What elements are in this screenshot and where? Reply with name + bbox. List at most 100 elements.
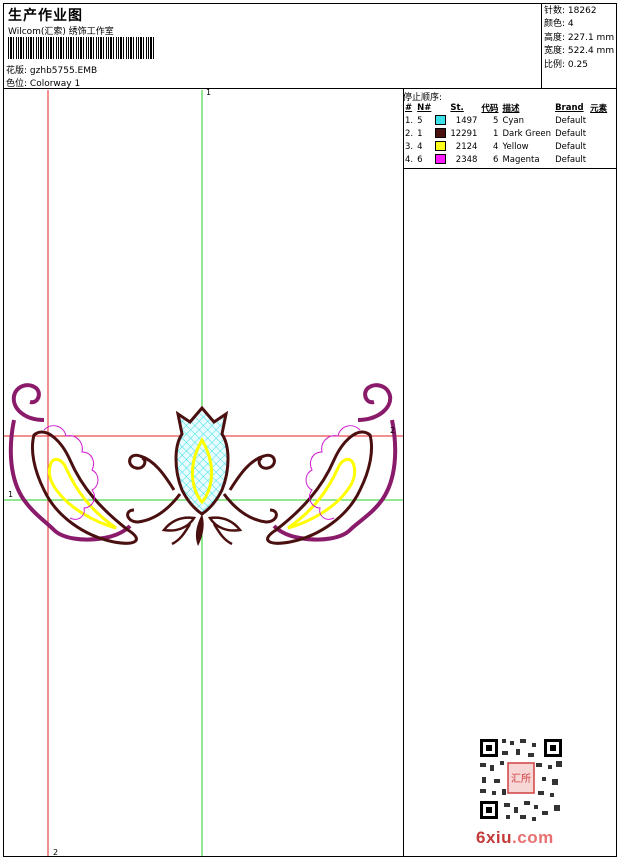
row-description: Cyan [502,115,524,126]
scale-stat: 比例: 0.25 [544,59,614,72]
row-index: 4. [405,154,414,165]
color-swatch [435,141,447,152]
colors-label: 颜色: [544,19,566,30]
width-value: 522.4 mm [567,46,615,57]
stitches-value: 18262 [567,6,597,16]
center-left-lower-swirl [126,493,182,524]
stitches-label: 针数: [544,6,566,16]
row-stitches: 1497 [455,115,478,126]
row-stitches: 12291 [450,128,478,139]
qr-code-icon: 汇所 [476,735,566,823]
color-swatch [435,154,447,165]
row-index: 2. [405,128,414,139]
row-stitches: 2348 [455,154,478,165]
stitches-stat: 针数: 18262 [544,5,614,18]
table-row[interactable]: 2. 1 12291 1 Dark Green Default [403,127,609,140]
left-outer-curl [11,383,45,422]
right-paisley-yellow [287,458,357,530]
row-code: 4 [493,141,499,152]
col-header-code: 代码 [481,103,499,114]
row-description: Yellow [502,141,529,152]
row-description: Magenta [502,154,540,165]
row-element [588,153,609,166]
colorway-label: 色位: [6,79,28,89]
colors-value: 4 [567,19,574,30]
row-index: 1. [405,115,414,126]
height-value: 227.1 mm [567,32,615,43]
row-brand: Default [555,115,587,126]
right-outer-curl [357,383,393,422]
header: 生产作业图 Wilcom(汇索) 绣饰工作室 花版: gzhb5755.EMB … [3,3,617,89]
panel-divider [403,89,404,857]
design-canvas[interactable]: 1 2 1 2 [4,88,403,857]
center-right-swirl [228,453,276,491]
axis-label-left: 1 [8,490,14,499]
scale-label: 比例: [544,59,566,70]
barcode-image [8,37,154,59]
colors-stat: 颜色: 4 [544,18,614,31]
colorway-row: 色位: Colorway 1 [6,76,80,89]
axis-label-top: 1 [206,88,212,97]
row-description: Dark Green [502,128,552,139]
center-tulip [174,405,230,516]
row-code: 5 [493,115,499,126]
row-element [588,114,609,127]
row-swatch [433,127,448,140]
height-label: 高度: [544,32,566,43]
stop-sequence-table: # N# St. 代码 描述 Brand 元素 1. 5 1497 5 Cyan Defa… [403,101,609,166]
colorway-value: Colorway 1 [29,79,81,89]
seal-text: 汇所 [511,772,531,785]
row-stitches: 2124 [455,141,478,152]
axis-label-bottom: 2 [53,848,59,857]
center-left-swirl [128,453,176,491]
col-header-description: 描述 [502,103,520,114]
col-header-brand: Brand [555,102,584,113]
left-stem [171,523,192,546]
row-swatch [433,140,448,153]
header-divider [541,3,542,89]
row-swatch [433,114,448,127]
scale-value: 0.25 [567,59,588,70]
table-row[interactable]: 1. 5 1497 5 Cyan Default [403,114,609,127]
col-header-stitches: St. [450,102,464,113]
company-name: Wilcom(汇索) 绣饰工作室 [8,27,114,37]
site-suffix: .com [512,828,554,847]
row-swatch [433,153,448,166]
design-file-label: 花版: [6,66,28,76]
row-needle: 1 [417,128,423,139]
design-stats: 针数: 18262 颜色: 4 高度: 227.1 mm 宽度: 522.4 m… [544,5,614,72]
qr-watermark: 汇所 [476,735,566,827]
right-stem [212,523,233,546]
height-stat: 高度: 227.1 mm [544,32,614,45]
row-brand: Default [555,154,587,165]
row-code: 6 [493,154,499,165]
axis-label-right: 2 [390,426,396,435]
table-header-row: # N# St. 代码 描述 Brand 元素 [403,101,609,114]
row-needle: 5 [417,115,423,126]
center-right-lower-swirl [222,493,278,524]
row-brand: Default [555,128,587,139]
row-element [588,127,609,140]
design-file-value: gzhb5755.EMB [29,66,98,76]
color-swatch [435,115,447,126]
col-header-needle: N# [417,102,432,113]
col-header-index: # [405,102,413,113]
row-needle: 4 [417,141,423,152]
table-row[interactable]: 4. 6 2348 6 Magenta Default [403,153,609,166]
col-header-element: 元素 [590,103,608,114]
page-title: 生产作业图 [8,8,83,24]
row-code: 1 [493,128,499,139]
table-row[interactable]: 3. 4 2124 4 Yellow Default [403,140,609,153]
row-needle: 6 [417,154,423,165]
embroidery-design [4,90,403,856]
stop-sequence-panel: 停止顺序: # N# St. 代码 描述 Brand 元素 1. 5 1497 5 Cy… [403,89,617,169]
col-header-swatch [433,101,448,114]
site-watermark: 6xiu.com [476,828,554,848]
left-paisley-yellow [47,458,117,530]
design-file-row: 花版: gzhb5755.EMB [6,63,97,76]
color-swatch [435,128,447,139]
row-index: 3. [405,141,414,152]
row-element [588,140,609,153]
site-prefix: 6xiu [476,828,513,847]
row-brand: Default [555,141,587,152]
